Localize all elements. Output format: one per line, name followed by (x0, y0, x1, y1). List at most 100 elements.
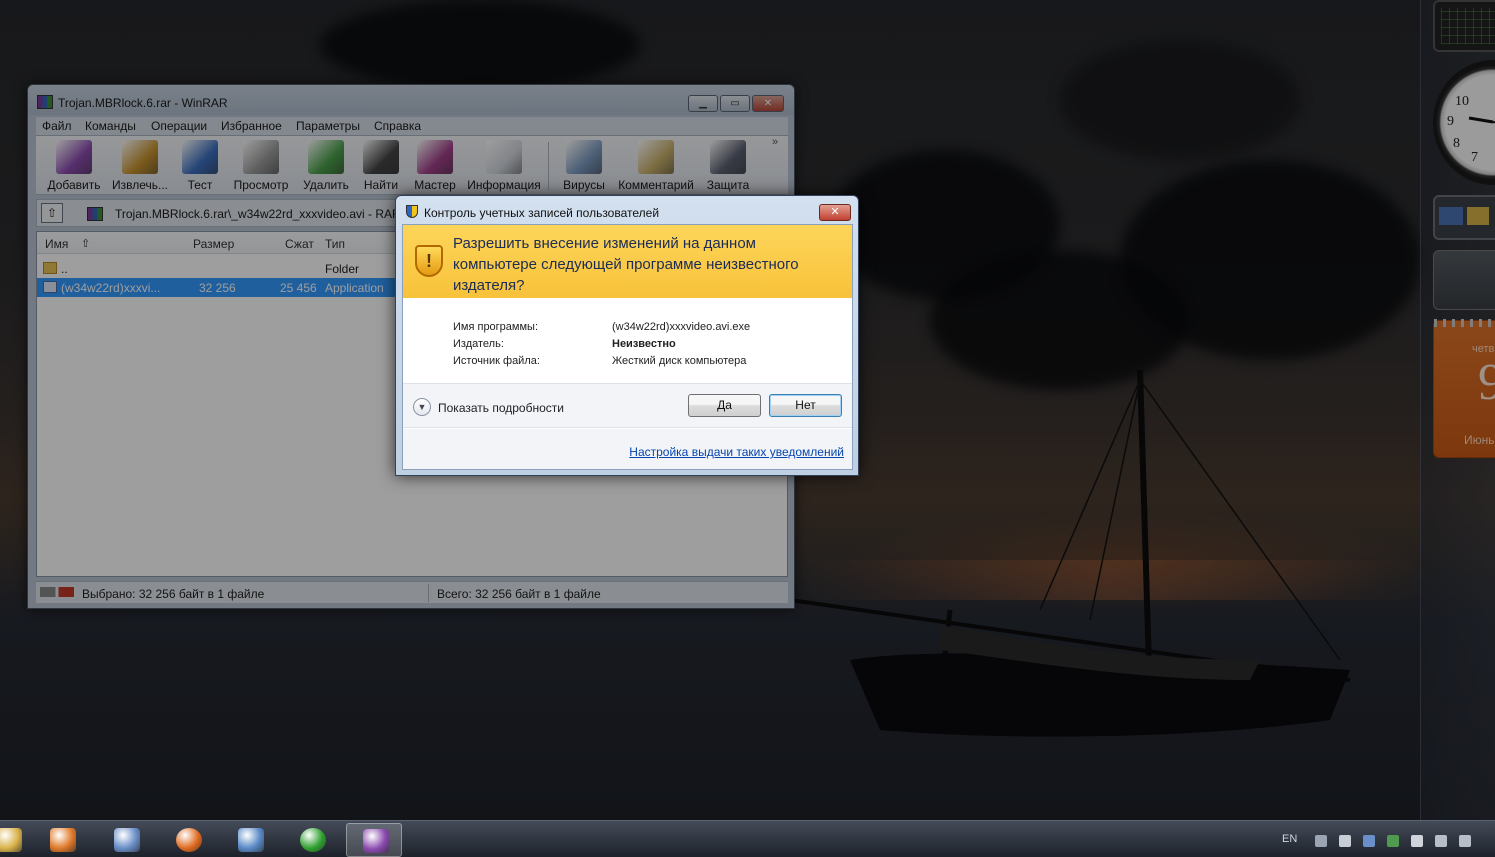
menu-bar: Файл Команды Операции Избранное Параметр… (36, 117, 788, 135)
find-button[interactable]: Найти (358, 138, 404, 194)
publisher-value: Неизвестно (612, 338, 676, 350)
tray-app-icon[interactable] (1363, 835, 1375, 847)
uac-titlebar[interactable]: Контроль учетных записей пользователей ✕ (396, 196, 858, 224)
uac-close-button[interactable]: ✕ (819, 204, 851, 221)
control-panel-icon (238, 828, 264, 852)
status-bar: Выбрано: 32 256 байт в 1 файле Всего: 32… (36, 581, 788, 603)
menu-operations[interactable]: Операции (151, 119, 207, 133)
wizard-icon (417, 140, 453, 174)
language-indicator[interactable]: EN (1282, 833, 1297, 845)
uac-actions: ▼ Показать подробности Да Нет (403, 383, 852, 428)
network-icon[interactable] (1435, 835, 1447, 847)
folder-icon (43, 262, 57, 274)
menu-options[interactable]: Параметры (296, 119, 360, 133)
current-path[interactable]: Trojan.MBRlock.6.rar\_w34w22rd_xxxvideo.… (115, 207, 411, 221)
volume-icon[interactable] (1459, 835, 1471, 847)
slideshow-gadget[interactable] (1433, 195, 1495, 240)
taskbar-control-panel[interactable] (222, 823, 278, 857)
toolbar-overflow-icon[interactable]: » (772, 136, 778, 148)
feed-gadget[interactable] (1433, 250, 1495, 310)
warning-shield-icon: ! (415, 245, 443, 277)
wizard-button[interactable]: Мастер (408, 138, 462, 194)
taskbar-firefox[interactable] (160, 823, 216, 857)
sort-arrow-icon: ⇧ (81, 238, 91, 250)
virus-scan-button[interactable]: Вирусы (554, 138, 614, 194)
uac-body: ! Разрешить внесение изменений на данном… (402, 224, 853, 470)
show-details-toggle[interactable]: Показать подробности (438, 401, 564, 415)
taskbar-green-app[interactable] (284, 823, 340, 857)
taskbar-explorer[interactable] (0, 823, 36, 857)
protect-icon (710, 140, 746, 174)
uac-title: Контроль учетных записей пользователей (424, 206, 660, 220)
publisher-label: Издатель: (453, 338, 504, 350)
explorer-icon (0, 828, 22, 852)
close-button[interactable]: ✕ (752, 95, 784, 112)
delete-icon (308, 140, 344, 174)
calendar-month: Июнь (1464, 433, 1495, 447)
uac-question: Разрешить внесение изменений на данном к… (453, 235, 799, 294)
add-button[interactable]: Добавить (44, 138, 104, 194)
tray-security-icon[interactable] (1387, 835, 1399, 847)
wallpaper-cloud (320, 0, 640, 90)
menu-help[interactable]: Справка (374, 119, 421, 133)
up-folder-button[interactable]: ⇧ (41, 203, 63, 223)
program-name-value: (w34w22rd)xxxvideo.avi.exe (612, 321, 751, 333)
firefox-icon (176, 828, 202, 852)
clock-gadget[interactable]: 10 9 8 7 (1433, 60, 1495, 185)
cpu-meter-gadget[interactable] (1433, 0, 1495, 52)
delete-button[interactable]: Удалить (298, 138, 354, 194)
taskbar-network[interactable] (98, 823, 154, 857)
test-button[interactable]: Тест (176, 138, 224, 194)
file-source-value: Жесткий диск компьютера (612, 355, 747, 367)
status-total: Всего: 32 256 байт в 1 файле (437, 587, 601, 601)
taskbar-media-player[interactable] (34, 823, 90, 857)
calendar-day: 9 (1478, 354, 1495, 411)
file-packed: 25 456 (280, 281, 317, 295)
taskbar: EN (0, 820, 1495, 857)
status-divider (428, 584, 429, 602)
uac-dialog: Контроль учетных записей пользователей ✕… (395, 195, 859, 476)
yes-button[interactable]: Да (688, 394, 761, 417)
view-icon (243, 140, 279, 174)
comment-button[interactable]: Комментарий (616, 138, 696, 194)
extract-icon (122, 140, 158, 174)
show-hidden-icons-icon[interactable] (1315, 835, 1327, 847)
file-source-label: Источник файла: (453, 355, 540, 367)
taskbar-winrar[interactable] (346, 823, 402, 857)
action-center-icon[interactable] (1339, 835, 1351, 847)
file-type: Folder (325, 262, 360, 276)
tray-monitor-icon[interactable] (1411, 835, 1423, 847)
winrar-titlebar[interactable]: Trojan.MBRlock.6.rar - WinRAR ▁ ▭ ✕ (28, 85, 794, 115)
comment-icon (638, 140, 674, 174)
application-icon (43, 281, 57, 293)
drive-key-icon (40, 587, 74, 597)
protect-button[interactable]: Защита (700, 138, 756, 194)
column-type[interactable]: Тип (325, 237, 345, 251)
uac-footer: Настройка выдачи таких уведомлений (403, 429, 852, 469)
winrar-taskbar-icon (363, 829, 389, 853)
extract-button[interactable]: Извлечь... (108, 138, 172, 194)
view-button[interactable]: Просмотр (228, 138, 294, 194)
virus-scan-icon (566, 140, 602, 174)
maximize-button[interactable]: ▭ (720, 95, 750, 112)
column-name[interactable]: Имя (45, 237, 68, 251)
chevron-down-icon[interactable]: ▼ (413, 398, 431, 416)
file-size: 32 256 (199, 281, 236, 295)
calendar-gadget[interactable]: четв 9 Июнь (1433, 319, 1495, 458)
info-icon (486, 140, 522, 174)
add-archive-icon (56, 140, 92, 174)
info-button[interactable]: Информация (466, 138, 542, 194)
program-name-label: Имя программы: (453, 321, 539, 333)
column-size[interactable]: Размер (193, 237, 234, 251)
notification-settings-link[interactable]: Настройка выдачи таких уведомлений (629, 445, 844, 459)
menu-file[interactable]: Файл (42, 119, 72, 133)
wallpaper-cloud (1120, 160, 1420, 360)
menu-favorites[interactable]: Избранное (221, 119, 282, 133)
calendar-rings (1434, 319, 1495, 327)
menu-commands[interactable]: Команды (85, 119, 136, 133)
no-button[interactable]: Нет (769, 394, 842, 417)
column-packed[interactable]: Сжат (285, 237, 314, 251)
toolbar-separator (548, 142, 549, 190)
status-selected: Выбрано: 32 256 байт в 1 файле (82, 587, 265, 601)
minimize-button[interactable]: ▁ (688, 95, 718, 112)
